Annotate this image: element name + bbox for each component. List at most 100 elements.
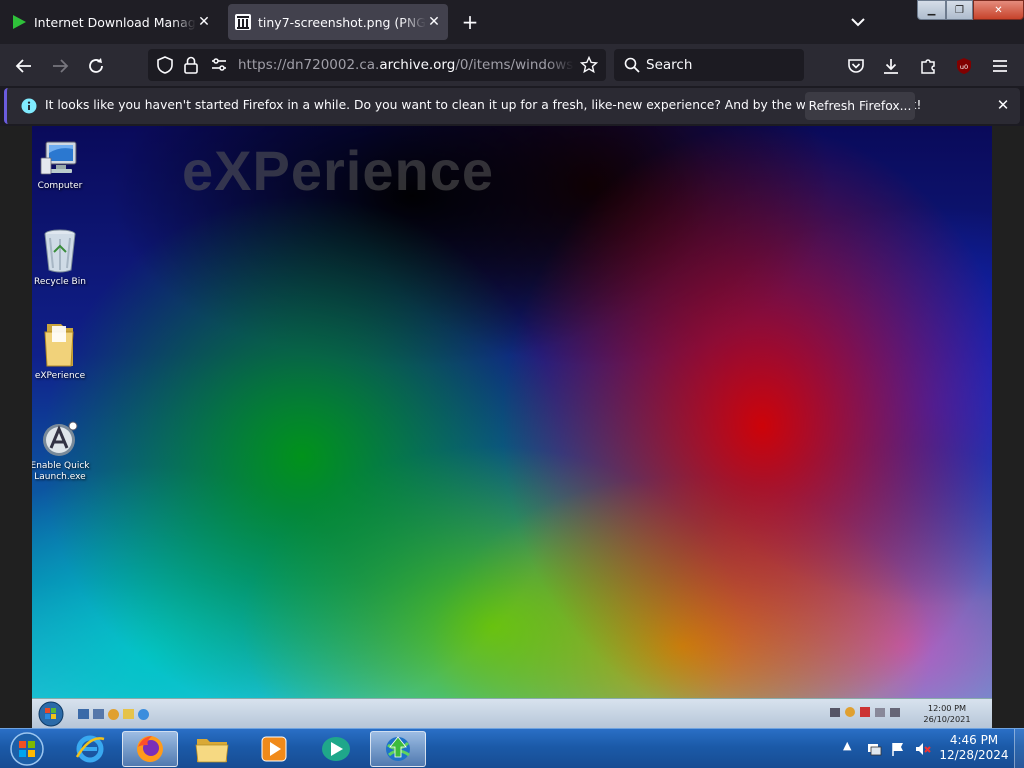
- taskbar-internet-explorer[interactable]: [62, 731, 118, 767]
- reload-button[interactable]: [82, 52, 110, 80]
- taskbar-clock[interactable]: 4:46 PM 12/28/2024: [938, 733, 1010, 763]
- idm-play-icon: [13, 15, 26, 29]
- pocket-button[interactable]: [842, 52, 870, 80]
- search-bar[interactable]: Search: [614, 49, 804, 81]
- extensions-button[interactable]: [914, 52, 942, 80]
- windows-taskbar: ▲ 4:46 PM 12/28/2024: [0, 728, 1024, 768]
- desktop-icon-label: Enable Quick Launch.exe: [32, 461, 90, 482]
- search-placeholder: Search: [646, 57, 693, 73]
- chrome-tray-icon[interactable]: [845, 707, 855, 717]
- permissions-icon[interactable]: [210, 57, 228, 73]
- ublock-button[interactable]: u0: [950, 52, 978, 80]
- reload-icon: [89, 58, 103, 73]
- screenshot-taskbar: 12:00 PM 26/10/2021: [32, 698, 992, 728]
- desktop-icon-computer[interactable]: Computer: [32, 140, 96, 192]
- tab-strip: Internet Download Manager is ✕ tiny7-scr…: [0, 0, 1024, 44]
- close-icon[interactable]: ✕: [196, 14, 212, 30]
- start-orb-icon: [38, 701, 64, 727]
- chrome-icon[interactable]: [108, 708, 119, 720]
- taskbar-firefox[interactable]: [122, 731, 178, 767]
- show-desktop-icon[interactable]: [78, 709, 89, 719]
- menu-button[interactable]: [986, 52, 1014, 80]
- recycle-bin-icon: [44, 229, 76, 273]
- archive-columns-icon: [235, 14, 251, 30]
- ie-icon[interactable]: [138, 708, 149, 720]
- flag-icon[interactable]: [860, 707, 870, 717]
- taskbar-media-player[interactable]: [246, 731, 302, 767]
- screenshot-time: 12:00 PM: [927, 703, 967, 713]
- lock-icon[interactable]: [183, 56, 199, 74]
- desktop-icon-enable-quick-launch[interactable]: Enable Quick Launch.exe: [32, 420, 96, 483]
- volume-icon[interactable]: [890, 707, 900, 717]
- image-viewer: eXPerience Computer Recycle Bin eXPerien…: [0, 126, 1024, 728]
- desktop-icon-label: Computer: [37, 181, 83, 191]
- taskbar-file-explorer[interactable]: [184, 731, 240, 767]
- screenshot-clock[interactable]: 12:00 PM 26/10/2021: [922, 703, 972, 725]
- tab-title: Internet Download Manager is: [34, 14, 196, 30]
- tab-title: tiny7-screenshot.png (PNG Ima: [258, 14, 426, 30]
- svg-text:u0: u0: [960, 63, 968, 71]
- taskbar-idm-downloader[interactable]: [308, 731, 364, 767]
- media-player-icon: [261, 736, 287, 762]
- puzzle-icon: [921, 59, 935, 74]
- shield-icon[interactable]: [156, 56, 174, 74]
- close-icon[interactable]: ✕: [426, 14, 442, 30]
- notification-message: It looks like you haven't started Firefo…: [45, 98, 922, 112]
- close-window-button[interactable]: ✕: [973, 0, 1024, 20]
- network-icon[interactable]: [830, 707, 840, 717]
- maximize-button[interactable]: ❐: [946, 0, 973, 20]
- window-switch-icon[interactable]: [93, 709, 104, 719]
- star-icon[interactable]: [580, 56, 598, 74]
- desktop-screenshot-image: eXPerience Computer Recycle Bin eXPerien…: [32, 126, 992, 698]
- forward-button[interactable]: [46, 52, 74, 80]
- url-suffix: /0/items/windows-tiny: [455, 57, 574, 73]
- action-center-icon[interactable]: [866, 741, 882, 757]
- taskbar-internet-download-manager[interactable]: [370, 731, 426, 767]
- close-icon[interactable]: ✕: [992, 94, 1014, 116]
- screenshot-date: 26/10/2021: [923, 714, 971, 724]
- notification-bar: It looks like you haven't started Firefo…: [4, 88, 1020, 124]
- window-controls: ▁ ❐ ✕: [917, 0, 1024, 20]
- file-explorer-icon: [195, 739, 229, 763]
- internet-explorer-icon: [75, 735, 105, 763]
- ublock-origin-icon: u0: [957, 58, 971, 74]
- download-icon: [884, 59, 898, 74]
- back-arrow-icon: [15, 59, 31, 73]
- show-desktop-button[interactable]: [1014, 729, 1024, 768]
- quick-launch-icon: [43, 421, 78, 456]
- clock-date: 12/28/2024: [939, 748, 1009, 762]
- navigation-toolbar: https://dn720002.ca.archive.org/0/items/…: [0, 44, 1024, 86]
- desktop-icon-label: eXPerience: [34, 371, 86, 381]
- volume-muted-icon[interactable]: [914, 741, 932, 757]
- minimize-button[interactable]: ▁: [917, 0, 946, 20]
- info-icon: [21, 98, 37, 114]
- refresh-firefox-button[interactable]: Refresh Firefox...: [805, 92, 915, 120]
- idm-green-icon: [322, 737, 350, 761]
- folder-icon[interactable]: [123, 709, 134, 719]
- desktop-icon-label: Recycle Bin: [34, 277, 86, 287]
- url-text: https://dn720002.ca.archive.org/0/items/…: [238, 57, 574, 73]
- folder-icon: [44, 324, 74, 367]
- windows-start-orb-icon: [10, 732, 44, 766]
- chevron-down-icon[interactable]: [846, 10, 870, 34]
- back-button[interactable]: [10, 52, 38, 80]
- wallpaper-watermark: eXPerience: [182, 139, 494, 202]
- tab-screenshot[interactable]: tiny7-screenshot.png (PNG Ima ✕: [228, 4, 448, 40]
- flag-icon[interactable]: [890, 741, 906, 757]
- show-hidden-icons-button[interactable]: ▲: [843, 739, 851, 752]
- quick-launch-tray: [78, 703, 178, 725]
- forward-arrow-icon: [53, 59, 69, 73]
- downloads-button[interactable]: [877, 52, 905, 80]
- tab-idm[interactable]: Internet Download Manager is ✕: [4, 4, 218, 40]
- desktop-icon-recycle-bin[interactable]: Recycle Bin: [32, 228, 96, 288]
- url-prefix: https://dn720002.ca.: [238, 57, 380, 73]
- idm-globe-icon: [386, 736, 410, 761]
- url-bar[interactable]: https://dn720002.ca.archive.org/0/items/…: [148, 49, 606, 81]
- clock-time: 4:46 PM: [949, 733, 999, 747]
- screenshot-tray-icons: [830, 707, 900, 717]
- new-tab-button[interactable]: +: [458, 10, 482, 34]
- search-icon: [624, 57, 640, 73]
- signal-icon[interactable]: [875, 707, 885, 717]
- desktop-icon-experience[interactable]: eXPerience: [32, 322, 96, 382]
- start-button[interactable]: [2, 731, 52, 767]
